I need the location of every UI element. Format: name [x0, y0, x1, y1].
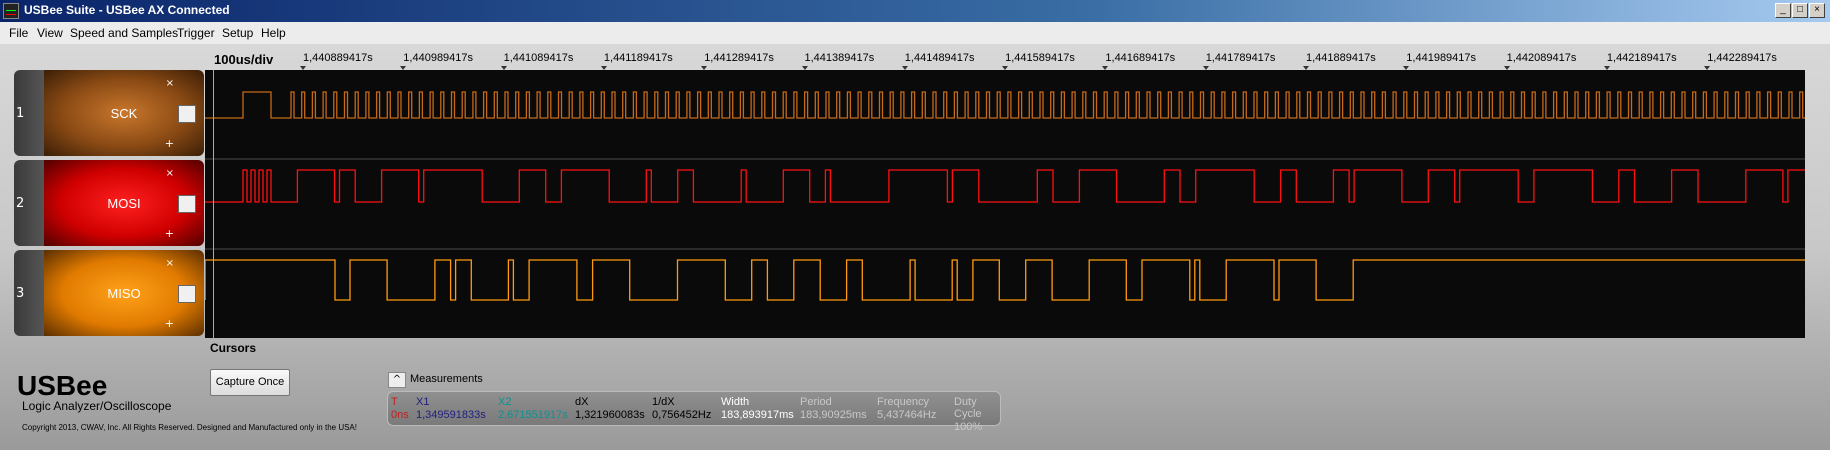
- measurement-header: X1: [416, 396, 430, 408]
- menu-trigger[interactable]: Trigger: [177, 26, 215, 40]
- measurement-value: 1,321960083s: [575, 409, 645, 421]
- measurement-value: 5,437464Hz: [877, 409, 937, 421]
- measurement-column: Period 183,90925ms: [800, 396, 867, 421]
- measurement-value: 1,349591833s: [416, 409, 486, 421]
- measurement-header: Frequency: [877, 396, 929, 408]
- add-channel-icon[interactable]: +: [165, 317, 174, 330]
- measurement-header: Width: [721, 396, 750, 408]
- waveform-svg: [204, 91, 1805, 301]
- product-subtitle: Logic Analyzer/Oscilloscope: [22, 399, 172, 413]
- time-tick-label: 1,441089417s: [503, 52, 574, 64]
- measurement-header: T: [391, 396, 398, 408]
- usbee-logo: USBee: [17, 370, 108, 401]
- trigger-cursor[interactable]: [213, 70, 214, 338]
- sck-waveform: [205, 91, 1805, 119]
- measurement-column: Width 183,893917ms: [721, 396, 794, 421]
- menu-view[interactable]: View: [37, 26, 63, 40]
- measurement-value: 183,893917ms: [721, 409, 794, 421]
- measurement-column: Duty Cycle 100%: [954, 396, 1000, 433]
- measurement-header: Period: [800, 396, 832, 408]
- menu-setup[interactable]: Setup: [222, 26, 253, 40]
- app-icon: [3, 3, 19, 19]
- measurement-value: 0,756452Hz: [652, 409, 712, 421]
- measurement-header: dX: [575, 396, 589, 408]
- menu-speed-and-samples[interactable]: Speed and Samples: [70, 26, 178, 40]
- measurement-value: 183,90925ms: [800, 409, 867, 421]
- miso-waveform: [204, 259, 1805, 301]
- menu-bar: File View Speed and Samples Trigger Setu…: [0, 22, 1830, 63]
- waveform-display[interactable]: [204, 70, 1805, 338]
- channel-number: 3: [14, 250, 44, 336]
- channel-2-label[interactable]: 2 × MOSI +: [14, 160, 204, 246]
- channel-checkbox[interactable]: [178, 105, 196, 123]
- time-tick-label: 1,441989417s: [1406, 52, 1477, 64]
- minimize-button[interactable]: _: [1775, 3, 1791, 18]
- title-bar: USBee Suite - USBee AX Connected _ □ ×: [0, 0, 1830, 22]
- measurement-value: 100%: [954, 421, 983, 433]
- measurements-panel: T 0ns X1 1,349591833s X2 2,671551917s dX 1,3219…: [387, 391, 1001, 433]
- menu-file[interactable]: File: [9, 26, 28, 40]
- remove-channel-icon[interactable]: ×: [166, 168, 174, 179]
- cursors-label: Cursors: [210, 341, 257, 355]
- measurement-column: Frequency 5,437464Hz: [877, 396, 936, 421]
- measurement-column: T 0ns: [391, 396, 409, 421]
- time-tick-label: 1,441189417s: [603, 52, 673, 64]
- measurement-column: 1/dX 0,756452Hz: [652, 396, 711, 421]
- time-tick-label: 1,440889417s: [303, 52, 373, 64]
- collapse-measurements-icon[interactable]: ^: [388, 372, 406, 388]
- add-channel-icon[interactable]: +: [165, 227, 174, 240]
- channel-separator: [205, 248, 1805, 250]
- time-tick-label: 1,442289417s: [1707, 52, 1777, 64]
- menu-help[interactable]: Help: [261, 26, 286, 40]
- add-channel-icon[interactable]: +: [165, 137, 174, 150]
- measurement-value: 0ns: [391, 409, 409, 421]
- time-tick-label: 1,440989417s: [403, 52, 474, 64]
- close-button[interactable]: ×: [1809, 3, 1825, 18]
- time-tick-label: 1,441889417s: [1306, 52, 1376, 64]
- channel-1-label[interactable]: 1 × SCK +: [14, 70, 204, 156]
- channel-checkbox[interactable]: [178, 195, 196, 213]
- measurement-column: X1 1,349591833s: [416, 396, 486, 421]
- measurement-header: X2: [498, 396, 512, 408]
- time-tick-label: 1,441589417s: [1005, 52, 1075, 64]
- time-tick-label: 1,441689417s: [1105, 52, 1176, 64]
- channel-checkbox[interactable]: [178, 285, 196, 303]
- mosi-waveform: [205, 169, 1805, 203]
- time-tick-label: 1,442189417s: [1606, 52, 1677, 64]
- measurement-header: Duty Cycle: [954, 396, 982, 420]
- measurement-value: 2,671551917s: [498, 409, 568, 421]
- measurement-column: X2 2,671551917s: [498, 396, 568, 421]
- measurement-header: 1/dX: [652, 396, 675, 408]
- channel-number: 2: [14, 160, 44, 246]
- time-tick-label: 1,442089417s: [1506, 52, 1577, 64]
- measurements-title: Measurements: [410, 373, 483, 385]
- copyright-text: Copyright 2013, CWAV, Inc. All Rights Re…: [22, 423, 357, 432]
- remove-channel-icon[interactable]: ×: [166, 78, 174, 89]
- time-tick-label: 1,441789417s: [1205, 52, 1276, 64]
- capture-once-button[interactable]: Capture Once: [210, 369, 290, 396]
- remove-channel-icon[interactable]: ×: [166, 258, 174, 269]
- window-title: USBee Suite - USBee AX Connected: [24, 3, 230, 17]
- timebase-label: 100us/div: [214, 52, 274, 67]
- time-tick-label: 1,441289417s: [704, 52, 774, 64]
- measurement-column: dX 1,321960083s: [575, 396, 645, 421]
- channel-number: 1: [14, 70, 44, 156]
- time-tick-label: 1,441389417s: [804, 52, 875, 64]
- time-tick-label: 1,441489417s: [904, 52, 975, 64]
- channel-separator: [205, 158, 1805, 160]
- channel-3-label[interactable]: 3 × MISO +: [14, 250, 204, 336]
- maximize-button[interactable]: □: [1792, 3, 1808, 18]
